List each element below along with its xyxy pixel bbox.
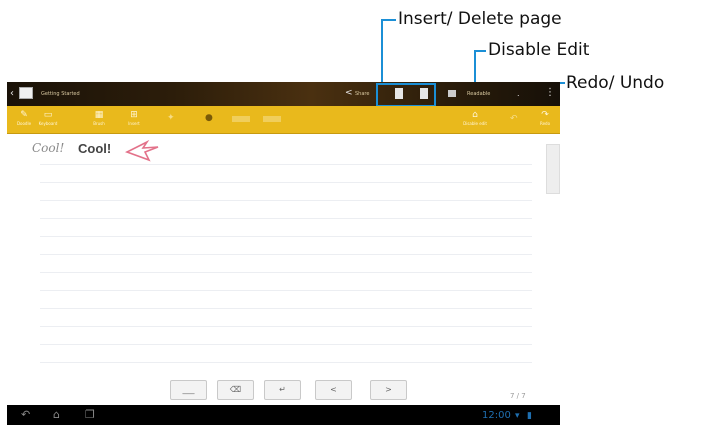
ruled-line — [40, 362, 532, 363]
color-icon[interactable]: ✦ — [167, 113, 175, 123]
ruled-line — [40, 254, 532, 255]
battery-icon: ▮ — [527, 411, 532, 421]
doodle-arrow-icon — [125, 139, 159, 162]
space-key[interactable]: ___ — [170, 380, 207, 400]
notebook-title: Getting Started — [41, 91, 80, 97]
tool-doodle[interactable]: ✎ Doodle — [11, 109, 37, 131]
pen-icon: ✎ — [20, 110, 28, 120]
screenshot-stage: Insert/ Delete page Disable Edit Redo/ U… — [0, 0, 701, 429]
keyboard-icon: ▭ — [43, 110, 53, 120]
dot-icon: . — [517, 89, 520, 98]
ruled-line — [40, 344, 532, 345]
disable-edit-button[interactable]: ⌂ Disable edit — [458, 109, 492, 131]
tool-brush[interactable]: ▦ Brush — [86, 109, 112, 131]
tool-keyboard[interactable]: ▭ Keyboard — [35, 109, 61, 131]
ruled-line — [40, 182, 532, 183]
brush-icon: ▦ — [94, 110, 104, 120]
share-label: Share — [355, 91, 370, 97]
ruled-line — [40, 200, 532, 201]
redo-button[interactable]: ↷ Redo — [532, 109, 558, 131]
notebook-thumbnail[interactable] — [19, 87, 33, 99]
reading-mode-label[interactable]: Readable — [467, 91, 490, 97]
handwritten-text: Cool! — [32, 141, 65, 155]
page-scrollbar[interactable] — [546, 144, 560, 194]
ruled-line — [40, 290, 532, 291]
lock-icon: ⌂ — [472, 110, 478, 120]
ruled-line — [40, 164, 532, 165]
notebook-page[interactable]: Cool! Cool! — [7, 134, 560, 394]
back-chevron-icon[interactable]: ‹ — [10, 88, 14, 100]
page-indicator: 7 / 7 — [510, 392, 526, 400]
redo-icon: ↷ — [541, 110, 549, 120]
ruled-line — [40, 326, 532, 327]
backspace-key[interactable]: ⌫ — [217, 380, 254, 400]
overflow-menu-icon[interactable]: ⋮ — [545, 87, 555, 99]
callout-line — [381, 19, 383, 83]
system-navigation-bar: ↶ ⌂ ❐ 12:00 ▾ ▮ — [7, 405, 560, 425]
typed-text: Cool! — [78, 141, 112, 156]
disabled-tool — [232, 116, 250, 122]
next-page-key[interactable]: > — [370, 380, 407, 400]
callout-line — [381, 19, 396, 21]
ruled-line — [40, 272, 532, 273]
ruled-line — [40, 236, 532, 237]
highlight-insert-delete — [376, 83, 436, 107]
title-bar: ‹ Getting Started < Share Readable . ⋮ — [7, 82, 560, 106]
insert-icon: ⊞ — [130, 110, 138, 120]
edit-toolbar: ✎ Doodle ▭ Keyboard ▦ Brush ⊞ Insert ✦ ●… — [7, 106, 560, 134]
undo-icon[interactable]: ↶ — [510, 114, 518, 124]
share-icon[interactable]: < — [345, 87, 353, 99]
status-clock: 12:00 — [482, 410, 511, 421]
disabled-tool — [263, 116, 281, 122]
back-icon[interactable]: ↶ — [21, 408, 30, 422]
callout-disable-edit: Disable Edit — [488, 40, 590, 60]
ruled-line — [40, 308, 532, 309]
prev-page-key[interactable]: < — [315, 380, 352, 400]
ruled-line — [40, 218, 532, 219]
home-icon[interactable]: ⌂ — [53, 408, 60, 422]
recent-apps-icon[interactable]: ❐ — [85, 408, 95, 422]
stroke-icon[interactable]: ● — [205, 113, 213, 123]
tool-insert[interactable]: ⊞ Insert — [121, 109, 147, 131]
callout-redo-undo: Redo/ Undo — [566, 73, 665, 93]
grid-icon[interactable] — [448, 90, 456, 97]
wifi-icon: ▾ — [515, 411, 520, 421]
enter-key[interactable]: ↵ — [264, 380, 301, 400]
callout-insert-delete-page: Insert/ Delete page — [398, 9, 562, 29]
